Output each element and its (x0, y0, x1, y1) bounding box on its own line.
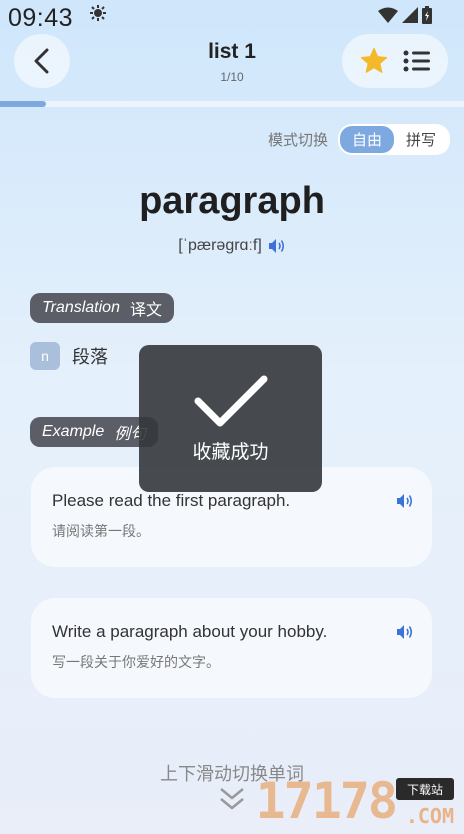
mode-option-free[interactable]: 自由 (339, 126, 394, 153)
example-sentence-en: Please read the first paragraph. (52, 491, 291, 510)
example-sentence-cn: 请阅读第一段。 (52, 523, 150, 539)
phonetic-text: [ˈpærəɡrɑːf] (178, 237, 262, 254)
sound-icon[interactable] (396, 493, 414, 509)
title-area: list 1 1/10 (132, 40, 332, 84)
status-time: 09:43 (8, 4, 74, 32)
example-sentence-cn: 写一段关于你爱好的文字。 (52, 654, 220, 670)
progress-bar (0, 101, 464, 107)
mode-label: 模式切换 (267, 132, 328, 149)
translation-tag-cn: 译文 (129, 302, 162, 319)
translation-tag: Translation 译文 (30, 293, 174, 323)
progress-counter: 1/10 (220, 70, 244, 84)
translation-tag-en: Translation (42, 299, 120, 316)
battery-icon (422, 6, 432, 24)
meaning-row: n 段落 (30, 342, 108, 370)
star-icon[interactable] (359, 46, 389, 76)
phonetic-row: [ˈpærəɡrɑːf] (0, 237, 464, 255)
watermark-logo: 17178 下载站 .COM (248, 772, 458, 832)
watermark-badge: 下载站 (396, 778, 454, 800)
watermark-suffix: .COM (405, 804, 454, 828)
chevron-left-icon (34, 48, 49, 74)
watermark-digits: 17178 (255, 772, 398, 830)
list-menu-icon[interactable] (403, 49, 431, 73)
sound-icon[interactable] (396, 624, 414, 640)
page-title: list 1 (208, 40, 256, 63)
mode-switch: 模式切换 自由 拼写 (268, 124, 450, 155)
example-card: Write a paragraph about your hobby. 写一段关… (31, 598, 432, 698)
status-bar: 09:43 (0, 0, 464, 34)
top-bar: list 1 1/10 (0, 34, 464, 90)
toast-text: 收藏成功 (192, 442, 269, 463)
word-text: paragraph (139, 180, 325, 222)
mode-option-spell[interactable]: 拼写 (394, 126, 448, 153)
progress-fill (0, 101, 47, 107)
action-pill (342, 34, 448, 88)
wifi-icon (378, 7, 398, 23)
meaning-text: 段落 (72, 347, 108, 367)
example-sentence-en: Write a paragraph about your hobby. (52, 622, 328, 641)
success-toast: 收藏成功 (139, 345, 322, 492)
signal-icon (402, 7, 418, 23)
double-chevron-down-icon (220, 788, 244, 810)
check-icon (194, 375, 267, 427)
example-tag-en: Example (42, 423, 105, 440)
mode-toggle: 自由 拼写 (337, 124, 450, 155)
back-button[interactable] (14, 34, 70, 88)
settings-status-icon (90, 5, 106, 21)
part-of-speech-badge: n (30, 342, 60, 370)
sound-icon[interactable] (268, 238, 286, 254)
